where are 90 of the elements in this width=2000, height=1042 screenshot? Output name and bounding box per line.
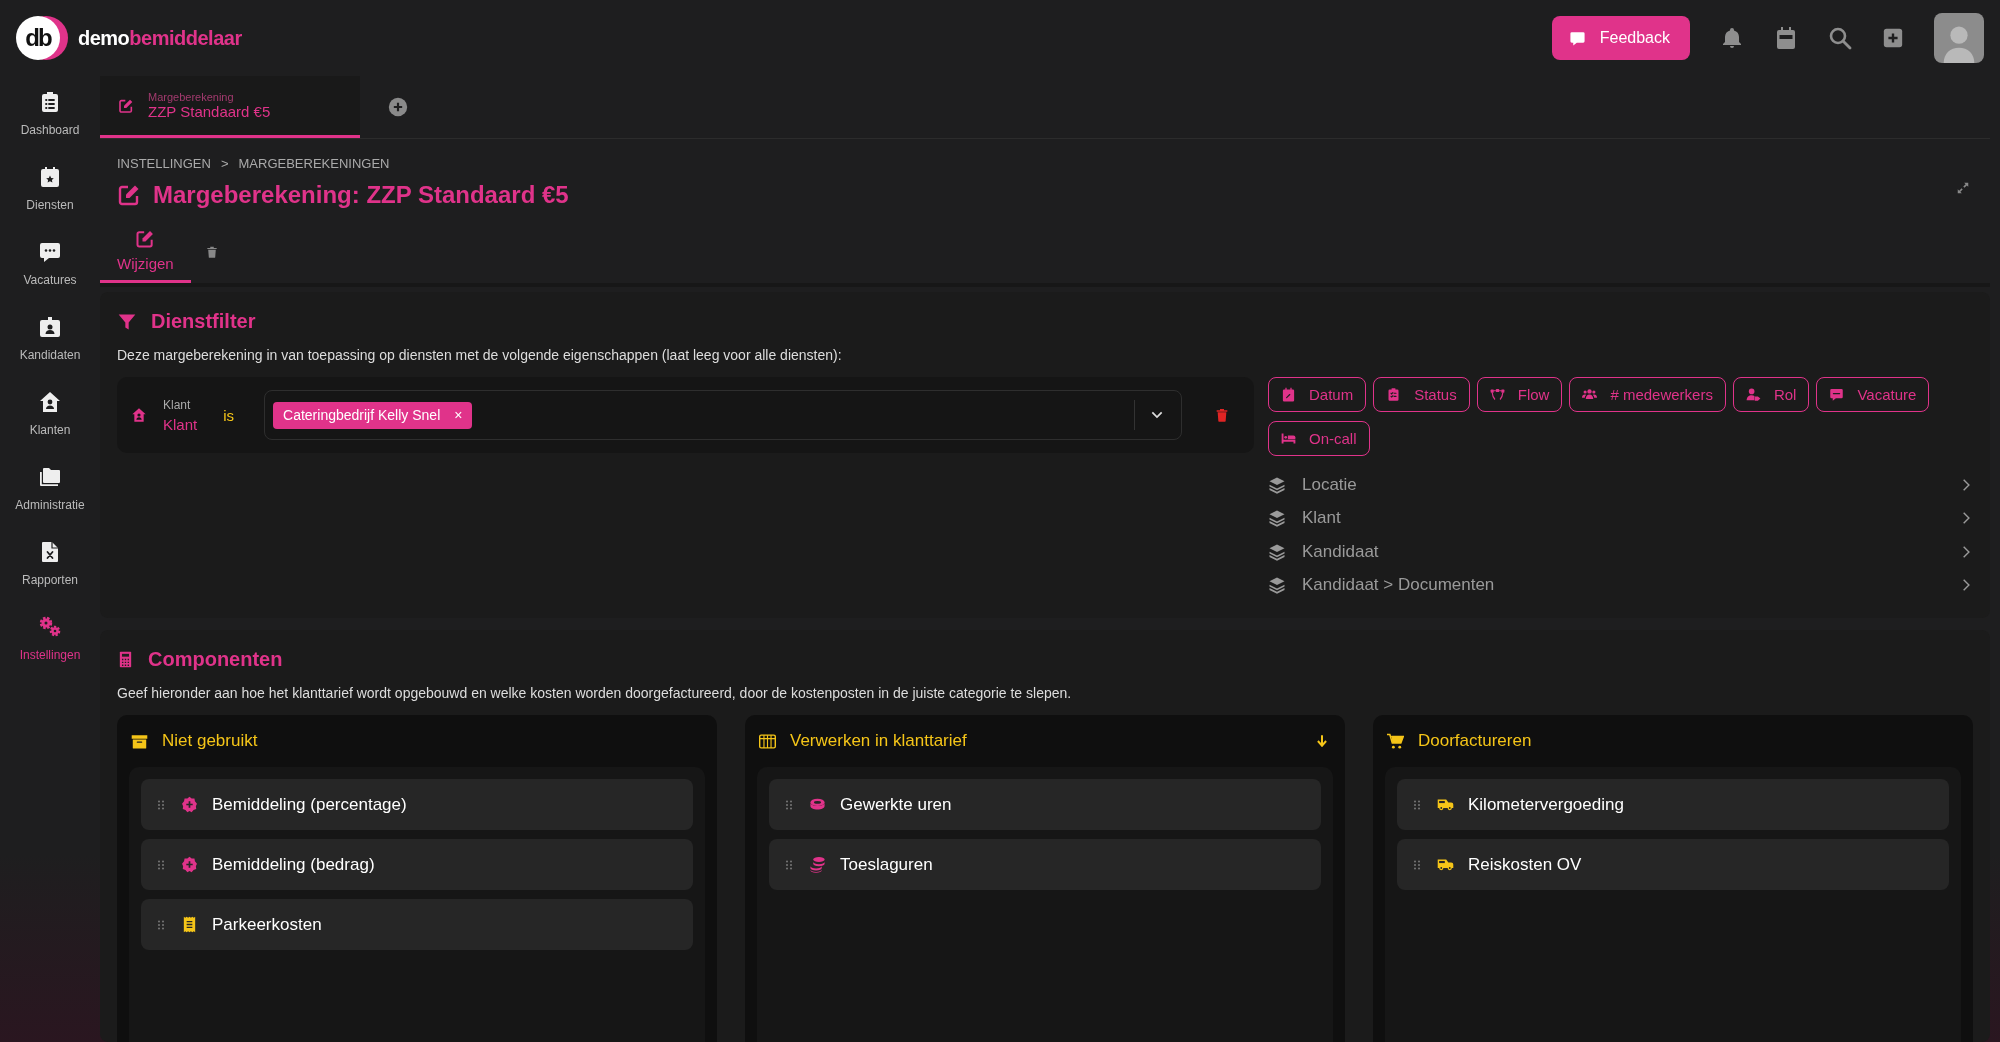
cost-item[interactable]: Reiskosten OV [1397,839,1949,890]
section-title: Componenten [148,648,283,671]
filter-group-item[interactable]: Kandidaat > Documenten [1268,568,1973,602]
column-title: Verwerken in klanttarief [790,731,968,751]
sidebar-item[interactable]: Kandidaten [0,313,100,388]
layers-icon [1268,509,1286,528]
gears-icon [38,615,62,639]
archive-icon [131,732,148,750]
bell-icon[interactable] [1720,26,1744,50]
house-person-icon [131,407,147,423]
drag-handle-icon [1411,798,1423,811]
cost-item[interactable]: Gewerkte uren [769,779,1321,830]
breadcrumb-separator: > [220,156,229,171]
sidebar-item[interactable]: Administratie [0,463,100,538]
search-icon[interactable] [1828,26,1852,50]
cost-item[interactable]: Bemiddeling (bedrag) [141,839,693,890]
drag-handle-icon [155,858,167,871]
calendar-star-icon [38,165,62,189]
filter-group-item[interactable]: Klant [1268,501,1973,535]
add-filter-button[interactable]: Flow [1476,377,1563,412]
calculator-icon [117,651,134,668]
edit-icon [117,183,141,207]
select-field[interactable]: Cateringbedrijf Kelly Snel × [264,390,1182,440]
column-title: Niet gebruikt [162,731,259,751]
add-filter-button[interactable]: On-call [1268,421,1370,456]
sidebar-item[interactable]: Diensten [0,163,100,238]
trash-icon [204,244,219,259]
document-tab[interactable]: Margeberekening ZZP Standaard €5 [100,76,360,138]
arrow-down-icon [1315,734,1329,748]
filter-group-item[interactable]: Kandidaat [1268,535,1973,569]
edit-icon [135,229,156,249]
layers-icon [1268,475,1286,494]
value-chip: Cateringbedrijf Kelly Snel × [273,401,473,429]
bezier-curve-icon [1489,387,1505,402]
drag-handle-icon [155,798,167,811]
field-caption: Klant [163,397,192,412]
chat-icon [1568,29,1586,47]
cost-item[interactable]: Bemiddeling (percentage) [141,779,693,830]
add-filter-button[interactable]: # medewerkers [1569,377,1726,412]
drag-handle-icon [1411,858,1423,871]
sidebar-item[interactable]: Rapporten [0,538,100,613]
id-badge-icon [38,315,62,339]
cost-item[interactable]: Kilometervergoeding [1397,779,1949,830]
users-icon [1582,387,1598,402]
edit-tab[interactable]: Wijzigen [100,223,191,283]
edit-icon [118,97,134,114]
table-icon [759,732,776,750]
house-person-icon [38,390,62,414]
chat-icon [38,240,62,264]
layers-icon [1268,576,1286,595]
breadcrumb-item[interactable]: MARGEBEREKENINGEN [238,156,390,171]
chat-icon [1829,387,1845,402]
sidebar-item[interactable]: Instellingen [0,613,100,688]
clipboard-check-icon [1386,387,1402,402]
column-title: Doorfactureren [1418,731,1533,751]
drag-handle-icon [783,858,795,871]
add-filter-button[interactable]: Status [1373,377,1470,412]
user-tag-icon [1745,387,1761,402]
remove-chip-button[interactable]: × [454,407,463,423]
add-filter-button[interactable]: Rol [1732,377,1810,412]
section-description: Deze margeberekening in van toepassing op diensten met de volgende eigenschappen (laat leeg voor alle diensten): [117,347,843,363]
field-name: Klant [163,415,198,433]
sidebar-item[interactable]: Dashboard [0,88,100,163]
breadcrumb-item[interactable]: INSTELLINGEN [117,156,211,171]
add-filter-button[interactable]: Datum [1268,377,1367,412]
add-filter-button[interactable]: Vacature [1816,377,1930,412]
filter-group-item[interactable]: Locatie [1268,468,1973,502]
logo-wordmark: demobemiddelaar [78,26,242,50]
section-title: Dienstfilter [151,310,256,333]
calendar-icon[interactable] [1774,26,1798,50]
expand-icon[interactable] [1956,181,1970,195]
feedback-button[interactable]: Feedback [1551,16,1690,60]
sidebar-item[interactable]: Vacatures [0,238,100,313]
folders-icon [38,465,62,489]
drag-handle-icon [783,798,795,811]
calendar-edit-icon [1281,387,1296,402]
page-title: Margeberekening: ZZP Standaard €5 [153,181,570,209]
trash-icon[interactable] [1214,407,1230,423]
plus-circle-icon[interactable] [388,97,408,117]
cost-item[interactable]: Parkeerkosten [141,899,693,950]
layers-icon [1268,542,1286,561]
cost-item[interactable]: Toeslaguren [769,839,1321,890]
bed-icon [1281,431,1296,446]
avatar[interactable] [1934,13,1984,63]
sidebar-item[interactable]: Klanten [0,388,100,463]
drag-handle-icon [155,918,167,931]
section-description: Geef hieronder aan hoe het klanttarief wordt opgebouwd en welke kosten worden doorgefactureerd, door de kostenposten in de juiste categorie te slepen. [117,685,1073,701]
plus-square-icon[interactable] [1882,27,1904,49]
operator: is [223,406,235,424]
cart-plus-icon [1387,732,1404,750]
